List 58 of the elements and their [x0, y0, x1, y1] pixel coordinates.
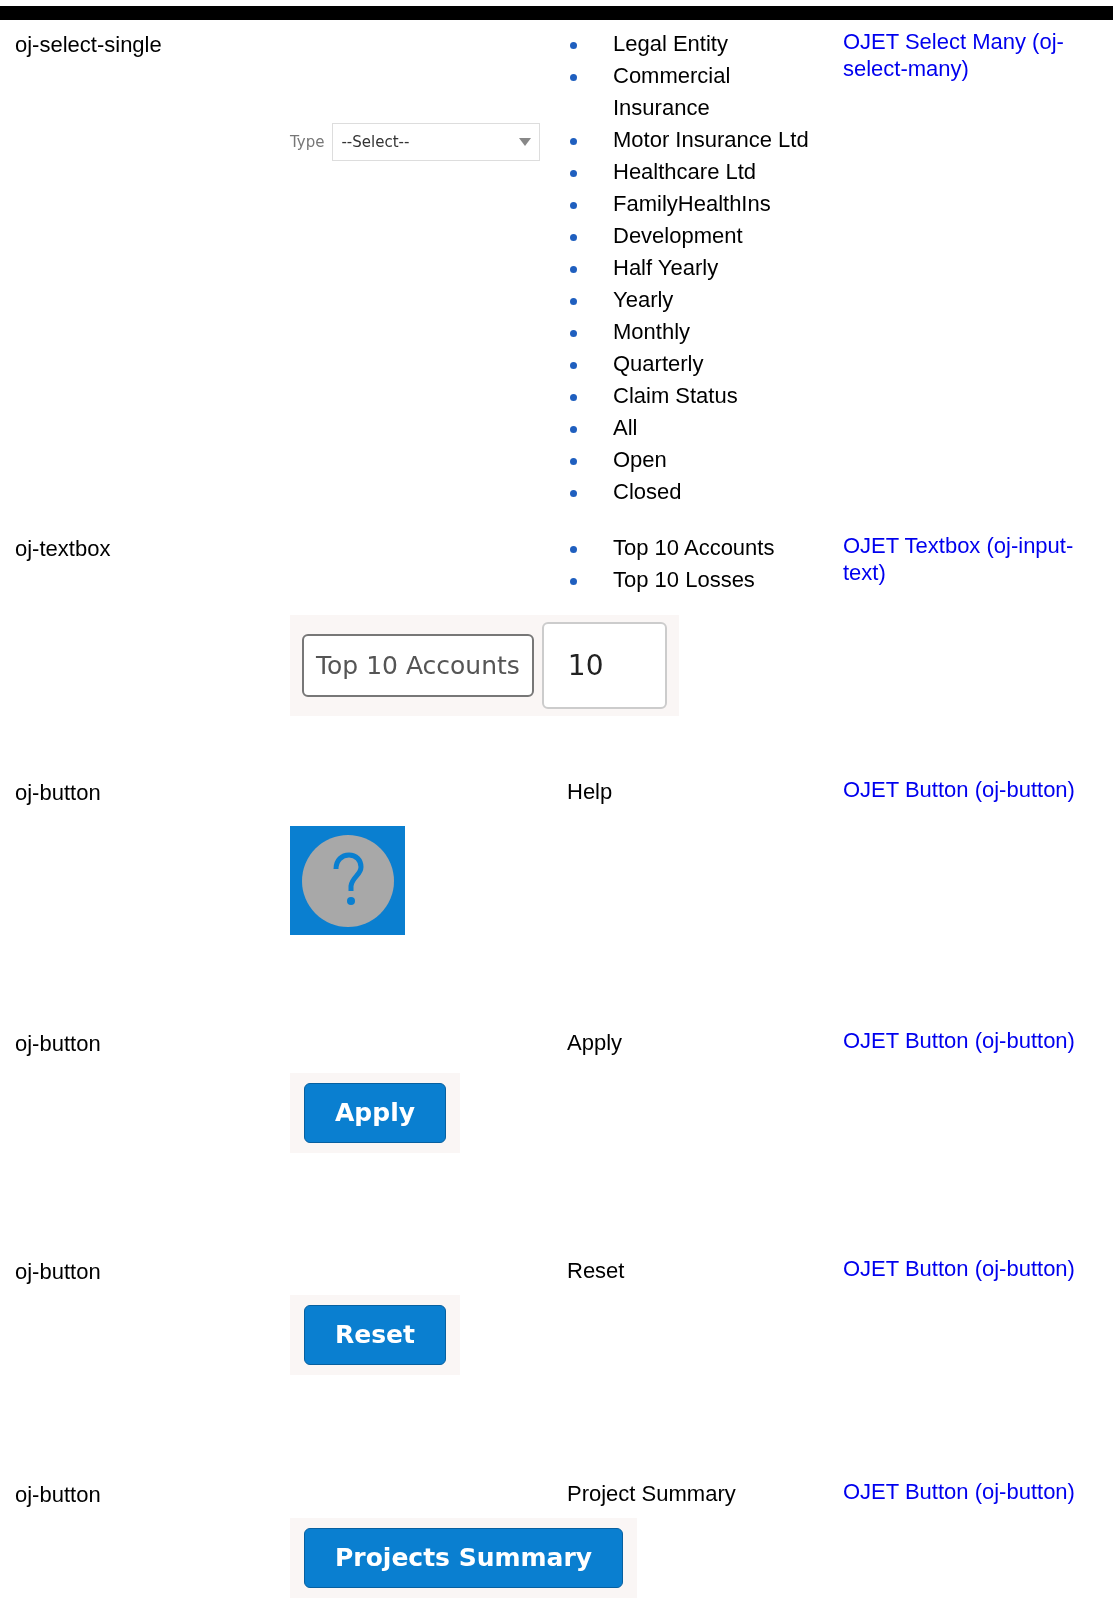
help-icon [301, 834, 394, 927]
bullet-icon [570, 202, 577, 209]
bullet-icon [570, 138, 577, 145]
item-label: Top 10 Losses [613, 566, 756, 594]
item-label: Half Yearly [613, 254, 720, 282]
bullet-icon [570, 330, 577, 337]
item-label: All [613, 414, 639, 442]
component-name: oj-textbox [15, 536, 111, 561]
doc-link[interactable]: OJET Select Many (oj-select-many) [843, 28, 1105, 82]
component-name: oj-button [15, 1031, 101, 1056]
help-button[interactable] [290, 826, 405, 935]
bullet-icon [570, 234, 577, 241]
action-button[interactable]: Projects Summary [304, 1528, 624, 1588]
input-field[interactable]: 10 [541, 622, 667, 709]
component-name: oj-button [15, 1482, 101, 1507]
item-label: Open [613, 446, 668, 474]
item-label: Healthcare Ltd [613, 158, 758, 186]
bullet-icon [570, 394, 577, 401]
bullet-icon [570, 490, 577, 497]
bullet-icon [570, 362, 577, 369]
bullet-icon [570, 578, 577, 585]
doc-link[interactable]: OJET Button (oj-button) [843, 1478, 1105, 1505]
item-label: Commercial Insurance [613, 62, 732, 122]
bullet-icon [570, 426, 577, 433]
item-label: Development [613, 222, 744, 250]
field-label: Type [290, 131, 325, 153]
select-field[interactable]: --Select-- [332, 123, 541, 161]
item-label: Yearly [613, 286, 675, 314]
action-button[interactable]: Reset [304, 1305, 446, 1365]
bullet-icon [570, 298, 577, 305]
bullet-icon [570, 266, 577, 273]
component-name: oj-button [15, 780, 101, 805]
bullet-icon [570, 74, 577, 81]
bullet-icon [570, 42, 577, 49]
bullet-icon [570, 458, 577, 465]
component-name: oj-select-single [15, 32, 162, 57]
item-label: FamilyHealthIns [613, 190, 772, 218]
item-label: Closed [613, 478, 683, 506]
doc-link[interactable]: OJET Button (oj-button) [843, 1027, 1105, 1054]
bullet-icon [570, 170, 577, 177]
item-label: Claim Status [613, 382, 739, 410]
bullet-icon [570, 546, 577, 553]
item-label: Quarterly [613, 350, 705, 378]
doc-link[interactable]: OJET Textbox (oj-input-text) [843, 532, 1105, 586]
item-label: Apply [567, 1029, 624, 1057]
doc-link[interactable]: OJET Button (oj-button) [843, 1255, 1105, 1282]
item-label: Top 10 Accounts [613, 534, 776, 562]
label-box: Top 10 Accounts [302, 634, 534, 697]
dropdown-caret-icon [519, 138, 532, 146]
item-label: Project Summary [567, 1480, 737, 1508]
item-label: Legal Entity [613, 30, 729, 58]
item-label: Help [567, 778, 614, 806]
action-button[interactable]: Apply [304, 1083, 446, 1143]
component-name: oj-button [15, 1259, 101, 1284]
item-label: Motor Insurance Ltd [613, 126, 810, 154]
item-label: Monthly [613, 318, 692, 346]
item-label: Reset [567, 1257, 626, 1285]
doc-link[interactable]: OJET Button (oj-button) [843, 776, 1105, 803]
